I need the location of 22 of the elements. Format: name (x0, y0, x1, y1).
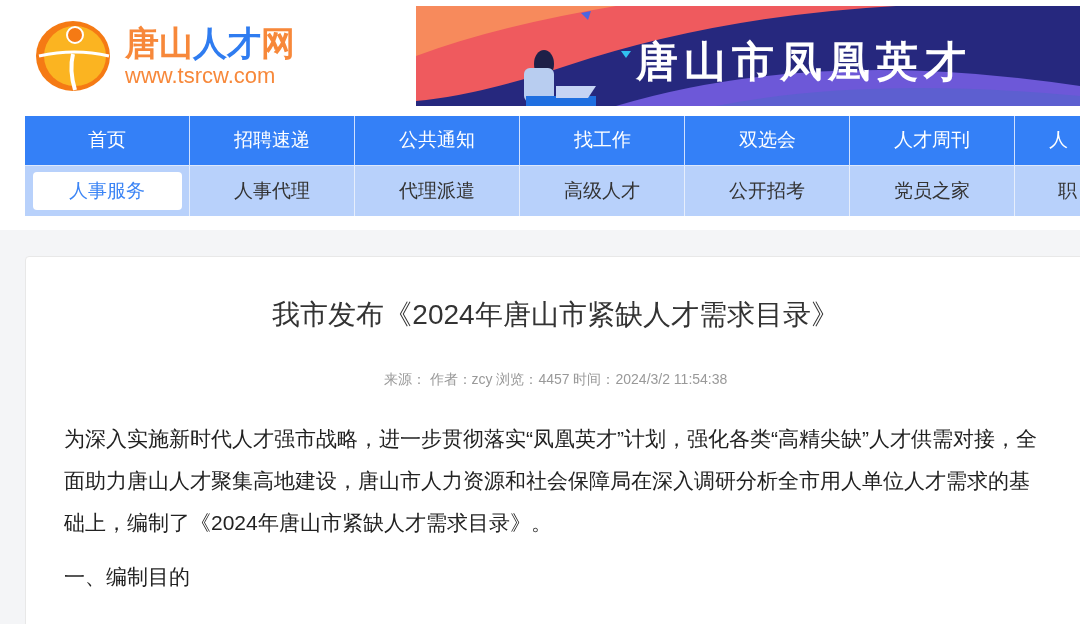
subnav-tab[interactable]: 公开招考 (692, 172, 842, 210)
article-paragraph: 为深入实施新时代人才强市战略，进一步贯彻落实“凤凰英才”计划，强化各类“高精尖缺”人才供需对接，全面助力唐山人才聚集高地建设，唐山市人力资源和社会保障局在深入调研分析全市用人单位人才需求的基础上，编制了《2024年唐山市紧缺人才需求目录》。 (64, 426, 1038, 536)
subnav-tab[interactable]: 人事服务 (32, 172, 182, 210)
nav-link[interactable]: 公共通知 (399, 126, 475, 155)
site-url: www.tsrcw.com (125, 63, 277, 89)
nav-link[interactable]: 找工作 (573, 126, 631, 155)
banner-title: 唐山市凤凰英才 (636, 37, 972, 87)
nav-link[interactable]: 人 (1049, 126, 1068, 155)
nav-link[interactable]: 首页 (88, 126, 126, 155)
subnav-tab[interactable]: 代理派遣 (362, 172, 512, 210)
nav-link[interactable]: 人才周刊 (894, 126, 970, 155)
article-meta: 来源： 作者：zcy 浏览：4457 时间：2024/3/2 11:54:38 (382, 370, 729, 389)
subnav-tab[interactable]: 人事代理 (197, 172, 347, 210)
article-title: 我市发布《2024年唐山市紧缺人才需求目录》 (271, 298, 840, 332)
logo-icon (35, 20, 111, 92)
subnav-tab[interactable]: 高级人才 (527, 172, 677, 210)
article-paragraph: 一、编制目的 (64, 564, 191, 590)
nav-link[interactable]: 双选会 (738, 126, 796, 155)
subnav-tab[interactable]: 职 (1015, 172, 1079, 210)
subnav-tab[interactable]: 党员之家 (857, 172, 1007, 210)
site-name: 唐山人才网 (125, 23, 295, 63)
nav-link[interactable]: 招聘速递 (234, 126, 310, 155)
